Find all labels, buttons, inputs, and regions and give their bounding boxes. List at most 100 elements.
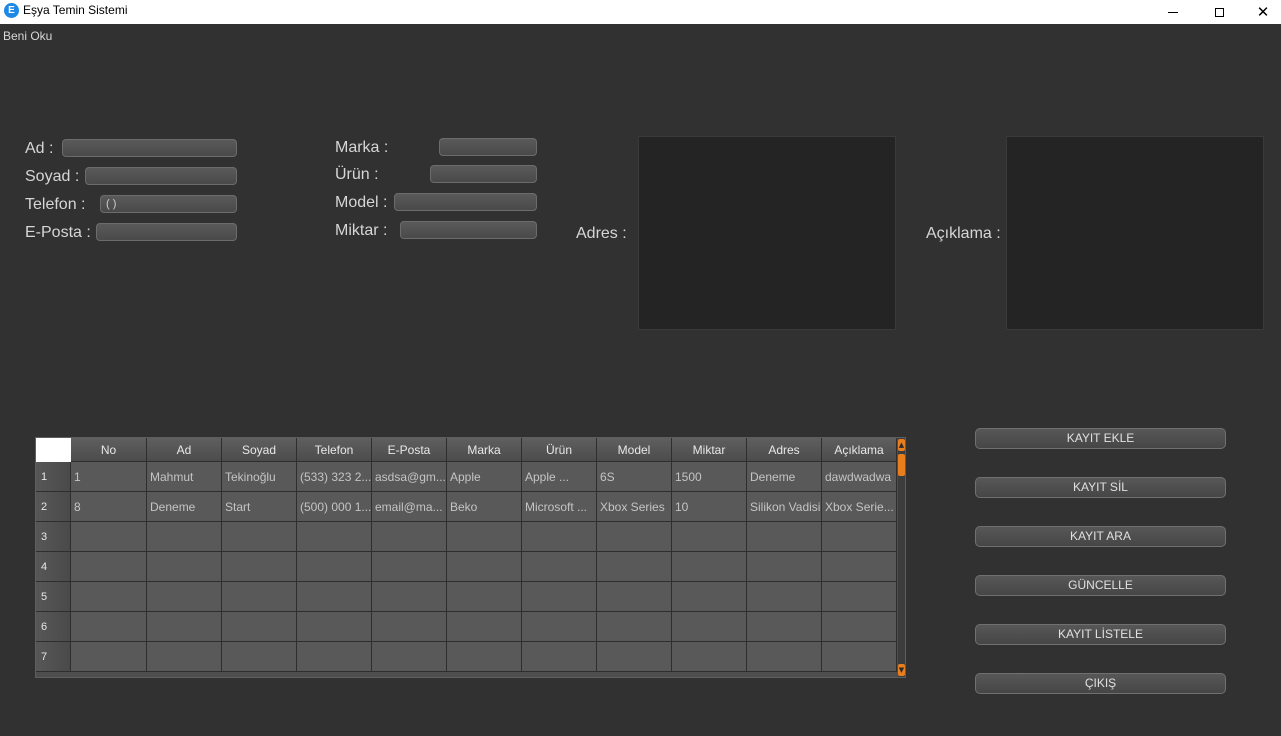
column-header[interactable]: Ad — [147, 438, 222, 462]
menu-beni-oku[interactable]: Beni Oku — [3, 29, 52, 43]
table-cell[interactable] — [672, 582, 747, 612]
table-cell[interactable] — [597, 552, 672, 582]
column-header[interactable]: Soyad — [222, 438, 297, 462]
scroll-thumb[interactable] — [898, 454, 905, 476]
table-cell[interactable] — [372, 642, 447, 672]
row-header[interactable]: 6 — [36, 612, 71, 642]
table-cell[interactable] — [672, 642, 747, 672]
table-cell[interactable] — [147, 642, 222, 672]
kayit-listele-button[interactable]: KAYIT LİSTELE — [975, 624, 1226, 645]
table-cell[interactable] — [222, 552, 297, 582]
eposta-input[interactable] — [96, 223, 237, 241]
adres-textarea[interactable] — [638, 136, 896, 330]
table-cell[interactable]: (533) 323 2... — [297, 462, 372, 492]
telefon-input[interactable]: ( ) — [100, 195, 237, 213]
close-button[interactable]: ✕ — [1240, 0, 1281, 24]
table-cell[interactable] — [672, 522, 747, 552]
table-cell[interactable] — [372, 522, 447, 552]
table-cell[interactable]: Mahmut — [147, 462, 222, 492]
table-cell[interactable] — [147, 582, 222, 612]
table-cell[interactable] — [447, 582, 522, 612]
column-header[interactable]: Adres — [747, 438, 822, 462]
kayit-ara-button[interactable]: KAYIT ARA — [975, 526, 1226, 547]
model-input[interactable] — [394, 193, 537, 211]
aciklama-textarea[interactable] — [1006, 136, 1264, 330]
row-header[interactable]: 4 — [36, 552, 71, 582]
table-cell[interactable]: Deneme — [747, 462, 822, 492]
row-header[interactable]: 2 — [36, 492, 71, 522]
urun-input[interactable] — [430, 165, 537, 183]
soyad-input[interactable] — [85, 167, 237, 185]
cikis-button[interactable]: ÇIKIŞ — [975, 673, 1226, 694]
table-cell[interactable]: Microsoft ... — [522, 492, 597, 522]
table-cell[interactable] — [597, 522, 672, 552]
table-vertical-scrollbar[interactable]: ▲ ▼ — [898, 438, 905, 677]
table-cell[interactable]: 1 — [71, 462, 147, 492]
table-cell[interactable] — [447, 522, 522, 552]
table-cell[interactable]: 6S — [597, 462, 672, 492]
table-cell[interactable]: Silikon Vadisi — [747, 492, 822, 522]
table-cell[interactable] — [372, 582, 447, 612]
table-cell[interactable] — [447, 642, 522, 672]
column-header[interactable]: Marka — [447, 438, 522, 462]
table-cell[interactable]: 8 — [71, 492, 147, 522]
table-cell[interactable] — [71, 612, 147, 642]
table-cell[interactable] — [297, 522, 372, 552]
table-cell[interactable] — [147, 612, 222, 642]
column-header[interactable]: Ürün — [522, 438, 597, 462]
table-cell[interactable] — [747, 552, 822, 582]
table-cell[interactable] — [822, 582, 897, 612]
table-cell[interactable]: (500) 000 1... — [297, 492, 372, 522]
table-cell[interactable] — [297, 612, 372, 642]
table-cell[interactable] — [597, 612, 672, 642]
table-cell[interactable]: dawdwadwa — [822, 462, 897, 492]
table-cell[interactable] — [147, 522, 222, 552]
table-cell[interactable]: 10 — [672, 492, 747, 522]
row-header[interactable]: 7 — [36, 642, 71, 672]
table-cell[interactable]: Tekinoğlu — [222, 462, 297, 492]
table-cell[interactable] — [672, 612, 747, 642]
table-cell[interactable] — [597, 642, 672, 672]
table-cell[interactable] — [747, 582, 822, 612]
table-cell[interactable] — [297, 642, 372, 672]
row-header[interactable]: 3 — [36, 522, 71, 552]
table-cell[interactable] — [372, 612, 447, 642]
table-cell[interactable]: Apple ... — [522, 462, 597, 492]
table-cell[interactable] — [522, 642, 597, 672]
table-cell[interactable] — [522, 552, 597, 582]
table-cell[interactable]: Xbox Serie... — [822, 492, 897, 522]
table-cell[interactable] — [222, 522, 297, 552]
table-cell[interactable] — [747, 522, 822, 552]
table-cell[interactable] — [222, 582, 297, 612]
column-header[interactable]: Model — [597, 438, 672, 462]
table-cell[interactable] — [522, 582, 597, 612]
column-header[interactable]: Telefon — [297, 438, 372, 462]
row-header[interactable]: 1 — [36, 462, 71, 492]
table-corner[interactable] — [36, 438, 71, 462]
kayit-sil-button[interactable]: KAYIT SİL — [975, 477, 1226, 498]
table-cell[interactable] — [822, 552, 897, 582]
table-cell[interactable]: Deneme — [147, 492, 222, 522]
table-cell[interactable] — [822, 642, 897, 672]
table-cell[interactable] — [747, 642, 822, 672]
table-cell[interactable] — [747, 612, 822, 642]
table-cell[interactable]: Apple — [447, 462, 522, 492]
marka-input[interactable] — [439, 138, 537, 156]
table-cell[interactable] — [822, 612, 897, 642]
table-cell[interactable] — [297, 552, 372, 582]
table-cell[interactable] — [71, 552, 147, 582]
table-cell[interactable]: asdsa@gm... — [372, 462, 447, 492]
table-cell[interactable]: Start — [222, 492, 297, 522]
column-header[interactable]: E-Posta — [372, 438, 447, 462]
table-cell[interactable] — [822, 522, 897, 552]
table-cell[interactable] — [71, 582, 147, 612]
table-cell[interactable]: Beko — [447, 492, 522, 522]
table-cell[interactable] — [147, 552, 222, 582]
scroll-up-icon[interactable]: ▲ — [898, 439, 905, 451]
maximize-button[interactable] — [1196, 0, 1242, 24]
table-cell[interactable] — [297, 582, 372, 612]
table-cell[interactable]: 1500 — [672, 462, 747, 492]
minimize-button[interactable] — [1150, 0, 1196, 24]
table-cell[interactable] — [447, 612, 522, 642]
kayit-ekle-button[interactable]: KAYIT EKLE — [975, 428, 1226, 449]
